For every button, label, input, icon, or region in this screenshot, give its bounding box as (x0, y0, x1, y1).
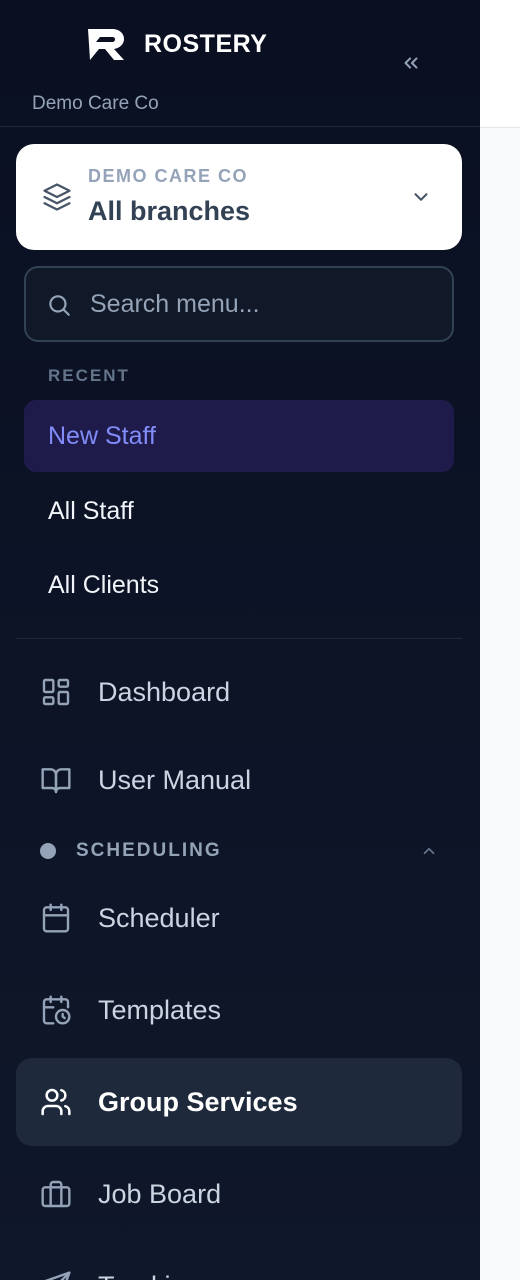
main-topbar (480, 0, 520, 128)
nav-item-tracking[interactable]: Tracking (16, 1242, 462, 1280)
recent-heading: RECENT (48, 366, 130, 385)
search-box[interactable] (24, 266, 454, 342)
nav-item-label: Scheduler (98, 903, 220, 933)
section-label: SCHEDULING (76, 840, 222, 861)
recent-item-label: New Staff (48, 421, 156, 450)
brand[interactable]: ROSTERY (86, 26, 267, 62)
brand-name: ROSTERY (144, 29, 268, 58)
section-header-scheduling[interactable]: SCHEDULING (16, 830, 462, 872)
sidebar: ROSTERY Demo Care Co DEMO CARE CO All br… (0, 0, 480, 1280)
briefcase-icon (41, 1180, 71, 1208)
calendar-clock-icon (42, 995, 71, 1025)
recent-item-all-staff[interactable]: All Staff (24, 475, 454, 547)
nav-item-templates[interactable]: Templates (16, 966, 462, 1054)
nav-item-label: Templates (98, 995, 222, 1025)
section-dot-icon (40, 843, 56, 859)
app-page: ROSTERY Demo Care Co DEMO CARE CO All br… (0, 0, 520, 1280)
nav-item-user-manual[interactable]: User Manual (16, 736, 462, 824)
calendar-icon (42, 903, 70, 933)
divider (0, 126, 480, 127)
users-icon (41, 1088, 71, 1116)
org-subtitle: Demo Care Co (32, 93, 159, 114)
nav-item-dashboard[interactable]: Dashboard (16, 648, 462, 736)
branch-org-label: DEMO CARE CO (88, 166, 249, 186)
collapse-sidebar-button[interactable] (396, 48, 426, 78)
divider (16, 638, 462, 639)
recent-item-label: All Clients (48, 570, 160, 599)
nav-item-job-board[interactable]: Job Board (16, 1150, 462, 1238)
main-content (480, 0, 520, 1280)
layers-icon (43, 183, 71, 211)
chevron-up-icon (423, 847, 435, 855)
recent-item-new-staff[interactable]: New Staff (24, 400, 454, 472)
send-icon (44, 1271, 71, 1280)
recent-item-all-clients[interactable]: All Clients (24, 549, 454, 621)
nav-item-scheduler[interactable]: Scheduler (16, 874, 462, 962)
chevrons-left-icon (404, 57, 418, 69)
recent-item-label: All Staff (48, 496, 134, 525)
nav-item-label: Tracking (98, 1242, 201, 1280)
search-input[interactable] (90, 268, 440, 340)
branch-selector[interactable]: DEMO CARE CO All branches (16, 144, 462, 250)
dashboard-icon (42, 678, 70, 706)
book-icon (41, 768, 71, 794)
search-icon (49, 295, 70, 316)
nav-item-label: Job Board (98, 1179, 222, 1209)
branch-name: All branches (88, 196, 251, 226)
rostery-logo-icon (88, 29, 124, 60)
nav-item-label: Dashboard (98, 677, 231, 707)
nav-item-group-services[interactable]: Group Services (16, 1058, 462, 1146)
chevron-down-icon (414, 193, 428, 201)
nav-item-label: User Manual (98, 765, 252, 795)
nav-item-label: Group Services (98, 1087, 298, 1117)
